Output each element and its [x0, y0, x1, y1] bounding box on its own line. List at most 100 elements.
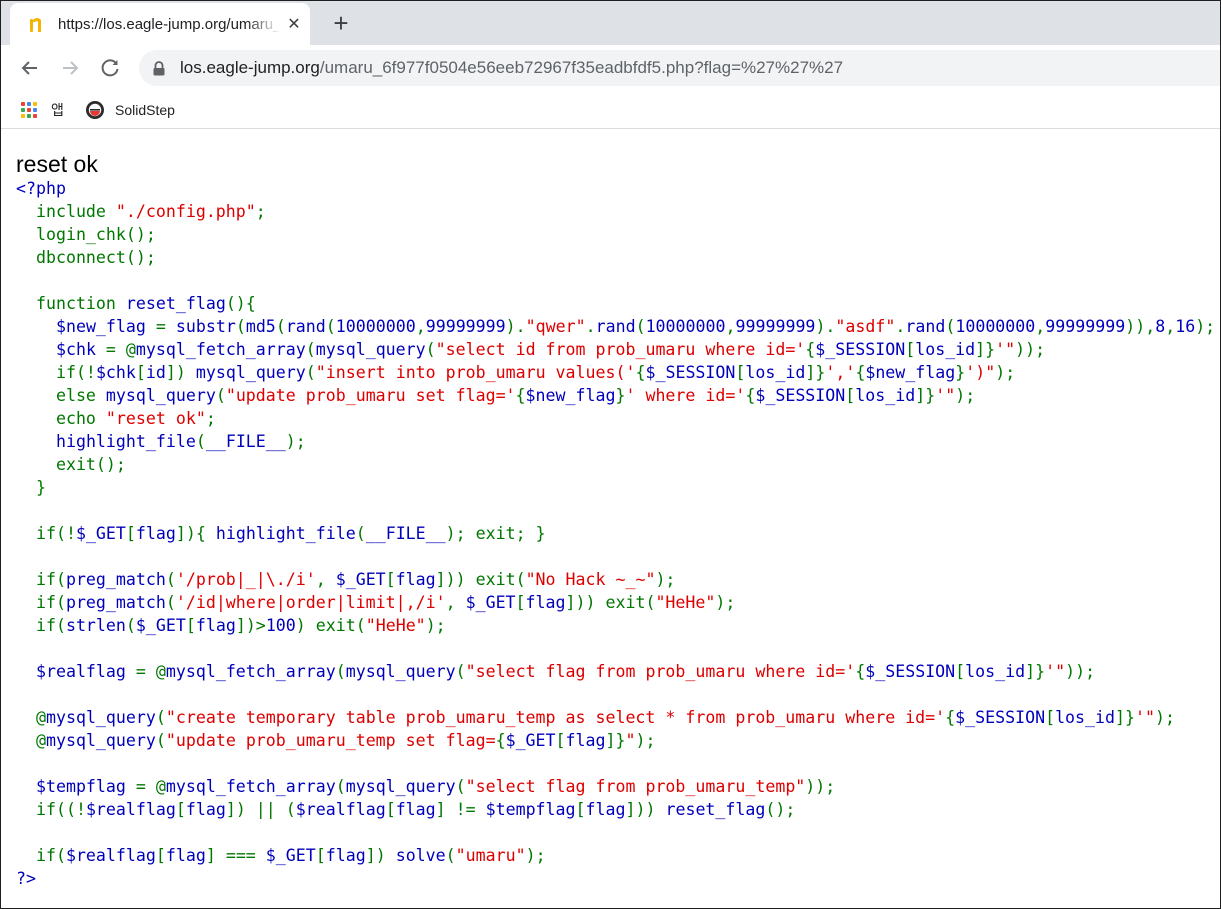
bookmark-apps[interactable]: 앱	[21, 99, 64, 121]
code-token: "update prob_umaru_temp set flag=	[165, 731, 496, 750]
code-token: ] !=	[435, 800, 486, 819]
code-token: mysql_fetch_array	[165, 662, 336, 681]
code-token: flag	[395, 570, 436, 589]
code-token: (	[155, 731, 166, 750]
code-token: reset_flag	[665, 800, 766, 819]
code-token: $realflag	[85, 800, 176, 819]
code-token: "umaru"	[455, 846, 526, 865]
code-token: (	[325, 317, 336, 336]
code-token: );	[715, 593, 736, 612]
code-token: (	[125, 616, 136, 635]
code-token: '"	[1045, 662, 1066, 681]
bookmark-solidstep[interactable]: SolidStep	[85, 99, 175, 121]
code-token: highlight_file	[215, 524, 356, 543]
code-token: );	[995, 363, 1016, 382]
url-text[interactable]: los.eagle-jump.org/umaru_6f977f0504e56ee…	[180, 58, 843, 78]
code-token: ) exit(	[295, 616, 366, 635]
tab-title: https://los.eagle-jump.org/umaru_6f977f0…	[58, 16, 280, 33]
back-arrow-icon[interactable]	[16, 54, 44, 82]
code-token: ));	[805, 777, 836, 796]
code-token: ]}	[915, 386, 936, 405]
lock-icon[interactable]	[152, 61, 166, 76]
code-token: include	[16, 202, 116, 221]
code-token: $tempflag	[485, 800, 576, 819]
code-token: [	[175, 800, 186, 819]
code-token: 100	[265, 616, 296, 635]
code-token: (){	[225, 294, 256, 313]
code-token: ]) || (	[225, 800, 296, 819]
code-token: .	[585, 317, 596, 336]
code-token: [	[575, 800, 586, 819]
code-token: "reset ok"	[105, 409, 206, 428]
code-token: (	[215, 386, 226, 405]
code-token: $realflag	[65, 846, 156, 865]
code-token: .	[895, 317, 906, 336]
reload-icon[interactable]	[96, 54, 124, 82]
code-token: [	[125, 524, 136, 543]
browser-toolbar: los.eagle-jump.org/umaru_6f977f0504e56ee…	[1, 45, 1220, 91]
code-token: ,	[725, 317, 736, 336]
code-token: id	[145, 363, 166, 382]
code-token: [	[315, 846, 326, 865]
code-token: (	[335, 662, 346, 681]
code-token: = @	[125, 662, 166, 681]
code-token: "HeHe"	[365, 616, 426, 635]
code-token: ])) exit(	[435, 570, 526, 589]
code-token: ).	[505, 317, 526, 336]
code-token: [	[185, 616, 196, 635]
bookmark-label: 앱	[51, 102, 64, 118]
new-tab-button[interactable]: +	[327, 10, 355, 38]
solidstep-icon	[86, 101, 104, 119]
code-token: $_SESSION	[955, 708, 1046, 727]
code-token: if(	[16, 593, 66, 612]
code-line: function reset_flag(){	[16, 292, 1215, 315]
code-token: if(!	[16, 363, 96, 382]
address-bar[interactable]: los.eagle-jump.org/umaru_6f977f0504e56ee…	[139, 50, 1220, 86]
tab-close-icon[interactable]: ✕	[284, 15, 304, 35]
code-token: $_GET	[465, 593, 516, 612]
code-token: ' where id='	[625, 386, 746, 405]
code-token: 8	[1155, 317, 1166, 336]
code-token: echo	[16, 409, 106, 428]
code-token: (	[165, 570, 176, 589]
code-token: __FILE__	[365, 524, 446, 543]
code-token: $_GET	[135, 616, 186, 635]
code-line: include "./config.php";	[16, 200, 1215, 223]
code-token: ));	[1015, 340, 1046, 359]
code-token: $_SESSION	[755, 386, 846, 405]
code-line: $realflag = @mysql_fetch_array(mysql_que…	[16, 660, 1215, 683]
code-token: $_GET	[75, 524, 126, 543]
forward-arrow-icon[interactable]	[56, 54, 84, 82]
active-tab[interactable]: https://los.eagle-jump.org/umaru_6f977f0…	[10, 3, 310, 45]
code-line: login_chk();	[16, 223, 1215, 246]
code-token: $new_flag	[525, 386, 616, 405]
code-token: );	[425, 616, 446, 635]
code-token: "	[625, 731, 636, 750]
code-token: mysql_fetch_array	[165, 777, 336, 796]
code-token: (	[455, 662, 466, 681]
code-token: $_GET	[335, 570, 386, 589]
code-token: $chk	[95, 363, 136, 382]
code-token: $_GET	[265, 846, 316, 865]
code-token: ])	[365, 846, 396, 865]
code-token: $_GET	[505, 731, 556, 750]
code-token: ).	[815, 317, 836, 336]
code-line: @mysql_query("update prob_umaru_temp set…	[16, 729, 1215, 752]
code-token: (	[455, 777, 466, 796]
code-line: if(!$chk[id]) mysql_query("insert into p…	[16, 361, 1215, 384]
code-token: ]}	[605, 731, 626, 750]
code-token: "select flag from prob_umaru where id='	[465, 662, 856, 681]
code-token: [	[155, 846, 166, 865]
code-token: function	[16, 294, 126, 313]
code-token: dbconnect();	[16, 248, 156, 267]
code-token: ]}	[975, 340, 996, 359]
bookmark-label: SolidStep	[115, 102, 175, 118]
reset-message: reset ok	[16, 151, 98, 177]
code-token: mysql_query	[45, 731, 156, 750]
code-token: md5	[245, 317, 276, 336]
code-token: ]}	[805, 363, 826, 382]
